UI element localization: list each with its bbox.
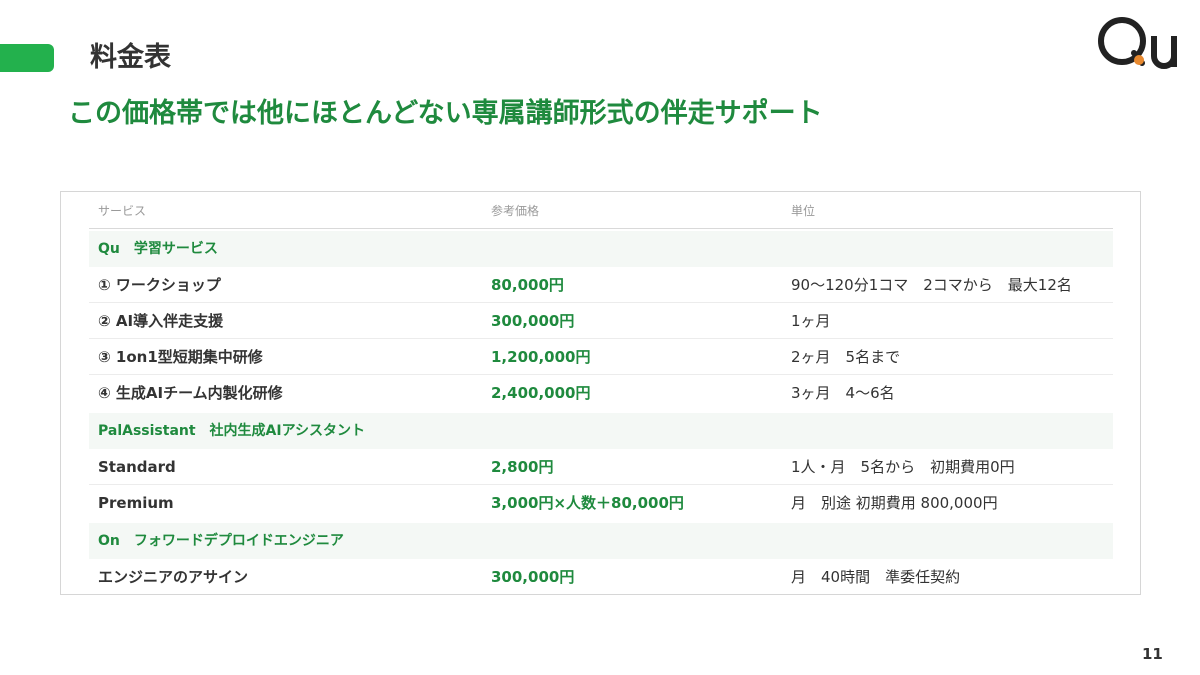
header-unit: 単位 (791, 204, 816, 218)
table-header-row: サービス 参考価格 単位 (89, 192, 1113, 229)
service-name: ① ワークショップ (98, 276, 221, 294)
service-name: ③ 1on1型短期集中研修 (98, 348, 263, 366)
section-title: Qu 学習サービス (98, 241, 218, 257)
service-unit: 3ヶ月 4〜6名 (791, 384, 895, 402)
section-palassistant: PalAssistant 社内生成AIアシスタント (89, 413, 1113, 449)
table-row: ① ワークショップ 80,000円 90〜120分1コマ 2コマから 最大12名 (89, 267, 1113, 303)
service-unit: 月 40時間 準委任契約 (791, 568, 961, 586)
page-number: 11 (1142, 645, 1163, 663)
service-price: 300,000円 (491, 312, 575, 330)
section-title: PalAssistant 社内生成AIアシスタント (98, 423, 366, 439)
section-title: On フォワードデプロイドエンジニア (98, 533, 344, 549)
service-name: エンジニアのアサイン (98, 568, 249, 586)
qu-logo (1094, 14, 1186, 72)
service-unit: 1人・月 5名から 初期費用0円 (791, 458, 1015, 476)
page-title: 料金表 (90, 42, 171, 73)
service-unit: 1ヶ月 (791, 312, 831, 330)
service-price: 3,000円×人数＋80,000円 (491, 494, 684, 512)
table-row: Standard 2,800円 1人・月 5名から 初期費用0円 (89, 449, 1113, 485)
service-name: ② AI導入伴走支援 (98, 312, 224, 330)
table-row: ③ 1on1型短期集中研修 1,200,000円 2ヶ月 5名まで (89, 339, 1113, 375)
service-price: 80,000円 (491, 276, 564, 294)
service-unit: 2ヶ月 5名まで (791, 348, 901, 366)
table-row: ④ 生成AIチーム内製化研修 2,400,000円 3ヶ月 4〜6名 (89, 375, 1113, 411)
service-price: 2,400,000円 (491, 384, 591, 402)
pricing-table: サービス 参考価格 単位 Qu 学習サービス ① ワークショップ 80,000円… (89, 192, 1113, 595)
service-unit: 月 別途 初期費用 800,000円 (791, 494, 998, 512)
header-service: サービス (98, 204, 147, 218)
title-accent-bar (0, 44, 54, 72)
headline: この価格帯では他にほとんどない専属講師形式の伴走サポート (68, 98, 823, 129)
pricing-table-card: サービス 参考価格 単位 Qu 学習サービス ① ワークショップ 80,000円… (60, 191, 1141, 595)
table-row: Premium 3,000円×人数＋80,000円 月 別途 初期費用 800,… (89, 485, 1113, 521)
service-price: 2,800円 (491, 458, 554, 476)
table-row: ② AI導入伴走支援 300,000円 1ヶ月 (89, 303, 1113, 339)
header-price: 参考価格 (491, 204, 540, 218)
service-price: 300,000円 (491, 568, 575, 586)
service-name: Standard (98, 458, 176, 476)
table-row: エンジニアのアサイン 300,000円 月 40時間 準委任契約 (89, 559, 1113, 595)
section-qu: Qu 学習サービス (89, 231, 1113, 267)
service-price: 1,200,000円 (491, 348, 591, 366)
qu-logo-icon (1098, 17, 1177, 69)
service-unit: 90〜120分1コマ 2コマから 最大12名 (791, 276, 1072, 294)
service-name: ④ 生成AIチーム内製化研修 (98, 384, 283, 402)
section-on: On フォワードデプロイドエンジニア (89, 523, 1113, 559)
service-name: Premium (98, 494, 174, 512)
